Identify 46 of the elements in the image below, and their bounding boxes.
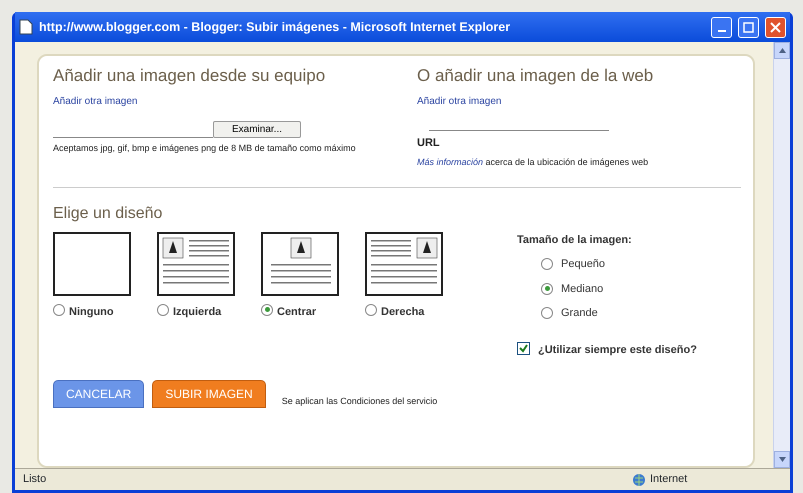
radio-label: Derecha — [381, 304, 424, 320]
radio-label: Centrar — [277, 304, 316, 320]
page-icon — [19, 19, 33, 35]
info-text: acerca de la ubicación de imágenes web — [484, 156, 648, 167]
globe-icon — [632, 472, 646, 486]
zone-text: Internet — [650, 472, 688, 488]
radio-button[interactable] — [541, 307, 553, 320]
status-text: Listo — [23, 472, 46, 488]
checkbox-label: ¿Utilizar siempre este diseño? — [538, 342, 697, 358]
down-arrow-icon[interactable] — [778, 457, 786, 462]
radio-button[interactable] — [541, 258, 553, 270]
size-label: Tamaño de la imagen: — [517, 232, 633, 248]
window-title: http://www.blogger.com - Blogger: Subir imágenes - Microsoft Internet Explorer — [39, 18, 512, 36]
radio-button[interactable] — [53, 304, 65, 316]
radio-button[interactable] — [365, 304, 377, 316]
browse-button[interactable]: Examinar... — [213, 121, 302, 138]
file-types-note: Aceptamos jpg, gif, bmp e imágenes png de 8 MB de tamaño como máximo — [53, 142, 357, 156]
section-heading: Añadir una imagen desde su equipo — [53, 66, 326, 86]
layout-preview-drawing[interactable] — [261, 232, 339, 296]
up-arrow-icon[interactable] — [778, 48, 786, 53]
close-button[interactable] — [765, 16, 786, 38]
layout-preview-drawing[interactable] — [157, 232, 235, 296]
radio-button[interactable] — [261, 304, 273, 316]
radio-label: Grande — [561, 306, 598, 322]
url-label: URL — [417, 136, 441, 152]
close-icon — [770, 22, 781, 32]
maximize-icon — [743, 22, 754, 32]
add-image-link[interactable]: Añadir otra imagen — [417, 94, 717, 110]
radio-button[interactable] — [157, 304, 169, 316]
minimize-button[interactable] — [711, 16, 732, 38]
layout-preview-drawing[interactable] — [365, 232, 443, 296]
checkbox[interactable] — [517, 342, 530, 355]
radio-label: Ninguno — [69, 304, 114, 320]
radio-label: Pequeño — [561, 257, 606, 272]
info-link[interactable]: Más información — [417, 156, 484, 167]
scrollbar[interactable] — [773, 42, 790, 468]
add-image-link[interactable]: Añadir otra imagen — [53, 94, 393, 110]
terms-note: Se aplican las Condiciones del servicio — [282, 394, 438, 408]
minimize-icon — [718, 30, 726, 32]
radio-label: Izquierda — [173, 304, 222, 320]
layout-heading: Elige un diseño — [53, 204, 164, 224]
maximize-button[interactable] — [738, 16, 759, 38]
radio-label: Mediano — [561, 282, 604, 297]
section-heading: O añadir una imagen de la web — [417, 66, 654, 86]
layout-preview-drawing[interactable] — [53, 232, 131, 296]
radio-button[interactable] — [541, 282, 553, 295]
